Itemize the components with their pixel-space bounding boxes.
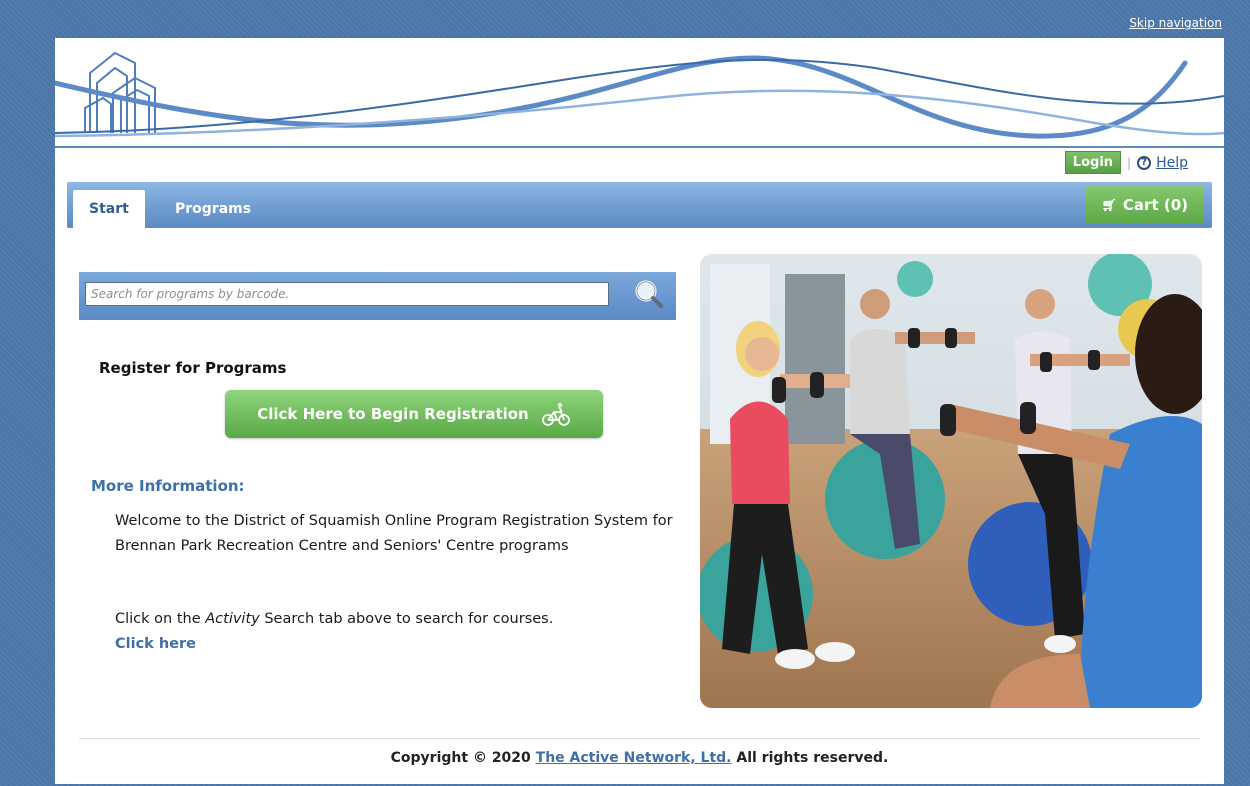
utility-separator: | [1127,155,1132,170]
banner-graphic [55,51,1224,139]
instruction-text: Click on the Activity Search tab above t… [115,607,675,632]
click-here-link[interactable]: Click here [115,632,196,657]
magnifier-icon[interactable] [633,278,665,310]
begin-registration-button[interactable]: Click Here to Begin Registration [225,390,603,438]
begin-registration-label: Click Here to Begin Registration [257,405,529,423]
cart-label: Cart (0) [1122,196,1188,214]
cart-button[interactable]: 🛒︎ Cart (0) [1085,186,1204,224]
more-information-heading: More Information: [91,477,245,495]
footer-divider [79,738,1200,739]
main-nav-bar: Start Programs 🛒︎ Cart (0) [67,182,1212,228]
help-question-icon: ? [1137,155,1152,170]
instruction-after: Search tab above to search for courses. [259,611,554,627]
barcode-search-bar [79,272,676,320]
tab-start[interactable]: Start [73,190,145,228]
instruction-before: Click on the [115,611,206,627]
bicycle-icon [541,403,570,426]
cart-icon: 🛒︎ [1101,198,1117,212]
footer: Copyright © 2020 The Active Network, Ltd… [55,750,1224,766]
utility-bar: Login | ? Help [1064,151,1188,174]
register-title: Register for Programs [99,359,287,377]
footer-prefix: Copyright © 2020 [390,750,536,766]
tab-programs[interactable]: Programs [159,190,267,228]
help-link[interactable]: Help [1156,155,1188,171]
footer-suffix: All rights reserved. [731,750,889,766]
skip-navigation-link[interactable]: Skip navigation [1129,16,1222,30]
instruction-italic: Activity [205,611,260,627]
welcome-text: Welcome to the District of Squamish Onli… [115,513,673,554]
barcode-search-input[interactable] [85,282,609,306]
page-container: Login | ? Help Start Programs 🛒︎ Cart (0… [55,38,1224,784]
fitness-class-photo [700,254,1202,708]
help-link-group[interactable]: ? Help [1137,155,1188,171]
footer-active-network-link[interactable]: The Active Network, Ltd. [536,750,732,766]
login-button[interactable]: Login [1064,151,1122,174]
header-banner [55,38,1224,148]
